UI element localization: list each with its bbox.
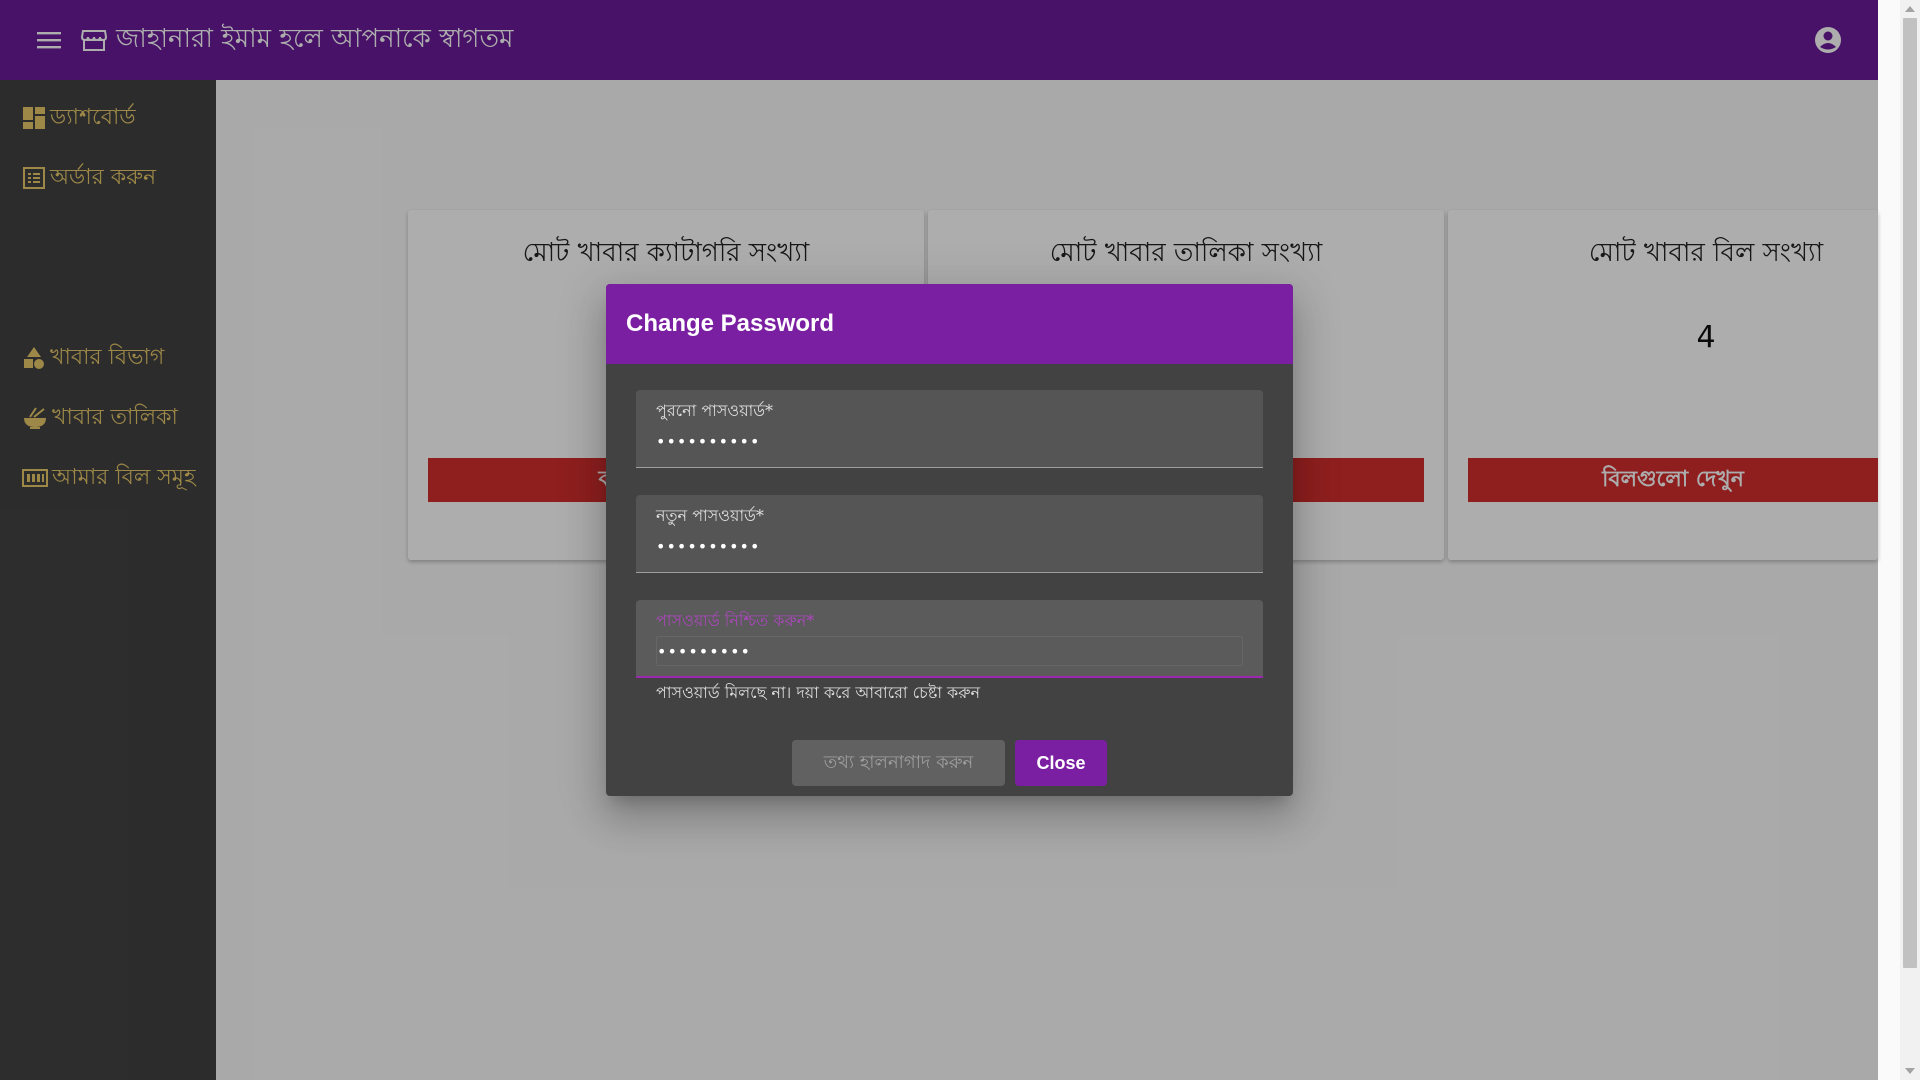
- confirm-password-input[interactable]: [656, 636, 1243, 666]
- change-password-dialog: Change Password পুরনো পাসওয়ার্ড* নতুন প…: [606, 284, 1293, 796]
- old-password-input[interactable]: [656, 426, 1243, 456]
- dialog-actions: তথ্য হালনাগাদ করুন Close: [606, 740, 1293, 786]
- scroll-down-arrow[interactable]: [1905, 1068, 1915, 1074]
- update-info-button[interactable]: তথ্য হালনাগাদ করুন: [792, 740, 1005, 786]
- confirm-password-field[interactable]: পাসওয়ার্ড নিশ্চিত করুন*: [636, 600, 1263, 678]
- new-password-label: নতুন পাসওয়ার্ড*: [656, 506, 764, 525]
- scroll-up-arrow[interactable]: [1905, 6, 1915, 12]
- password-mismatch-error: পাসওয়ার্ড মিলছে না। দয়া করে আবারো চেষ্…: [656, 683, 981, 702]
- page-scrollbar[interactable]: [1900, 0, 1920, 1080]
- new-password-field[interactable]: নতুন পাসওয়ার্ড*: [636, 495, 1263, 573]
- new-password-input[interactable]: [656, 531, 1243, 561]
- old-password-label: পুরনো পাসওয়ার্ড*: [656, 401, 774, 420]
- close-button[interactable]: Close: [1015, 740, 1107, 786]
- scroll-thumb[interactable]: [1903, 18, 1917, 968]
- old-password-field[interactable]: পুরনো পাসওয়ার্ড*: [636, 390, 1263, 468]
- confirm-password-label: পাসওয়ার্ড নিশ্চিত করুন*: [656, 611, 815, 630]
- dialog-header: Change Password: [606, 284, 1293, 364]
- dialog-title: Change Password: [626, 310, 835, 337]
